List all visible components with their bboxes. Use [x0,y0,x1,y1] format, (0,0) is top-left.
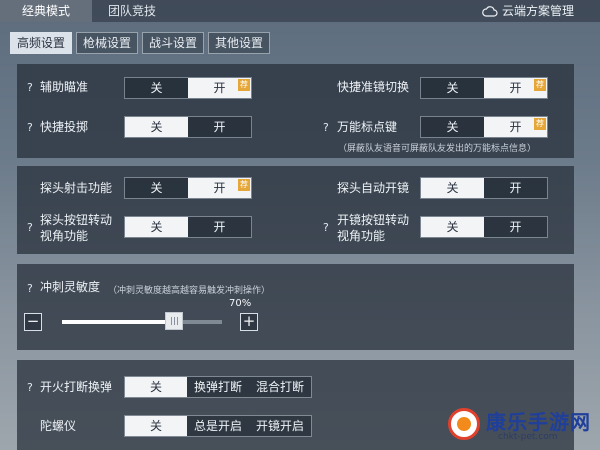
universal-mark-key-label: 万能标点键 [337,120,398,134]
aim-assist-on[interactable]: 开荐 [188,78,251,98]
gyroscope-option[interactable]: 关 [125,416,187,436]
peek-auto-scope-off[interactable]: 关 [421,178,484,198]
peek-fire-label: 探头射击功能 [40,181,113,195]
peek-button-turn-toggle[interactable]: 关 开 [124,216,252,238]
quick-scope-switch-toggle[interactable]: 关 开荐 [420,77,548,99]
help-icon[interactable]: ? [27,381,37,394]
peek-fire-on-label: 开 [213,181,226,195]
fire-interrupt-reload-label: 开火打断换弹 [40,380,113,394]
peek-button-turn-on[interactable]: 开 [188,217,251,237]
peek-auto-scope-label: 探头自动开镜 [337,181,410,195]
fire-interrupt-reload-option[interactable]: 混合打断 [249,377,311,397]
aim-assist-toggle[interactable]: 关 开荐 [124,77,252,99]
tab-classic-mode[interactable]: 经典模式 [0,0,92,22]
peek-button-turn-label-1: 探头按钮转动 [40,213,113,227]
sprint-sensitivity-note: （冲刺灵敏度越高越容易触发冲刺操作） [108,286,271,296]
help-icon[interactable]: ? [323,221,333,234]
cloud-icon [482,6,498,17]
recommend-badge: 荐 [238,179,250,191]
help-icon[interactable]: ? [27,81,37,94]
subtab-high-frequency[interactable]: 高频设置 [10,32,72,54]
quick-scope-switch-off[interactable]: 关 [421,78,484,98]
aim-assist-off[interactable]: 关 [125,78,188,98]
tab-team-deathmatch[interactable]: 团队竞技 [92,0,172,22]
scope-button-turn-toggle[interactable]: 关 开 [420,216,548,238]
sprint-sensitivity-label: 冲刺灵敏度 [40,280,101,294]
gyroscope-option[interactable]: 总是开启 [187,416,249,436]
fire-interrupt-reload-selector[interactable]: 关 换弹打断 混合打断 [124,376,312,398]
subtab-weapon[interactable]: 枪械设置 [76,32,138,54]
help-icon[interactable]: ? [27,121,37,134]
help-icon[interactable]: ? [323,121,333,134]
universal-mark-key-on-label: 开 [509,120,522,134]
universal-mark-key-toggle[interactable]: 关 开荐 [420,116,548,138]
scope-button-turn-label-2: 视角功能 [337,229,386,243]
peek-button-turn-off[interactable]: 关 [125,217,188,237]
gyroscope-option[interactable]: 开镜开启 [249,416,311,436]
help-icon[interactable]: ? [27,221,37,234]
peek-fire-off[interactable]: 关 [125,178,188,198]
peek-button-turn-label-2: 视角功能 [40,229,89,243]
sprint-sensitivity-slider-handle[interactable] [165,312,183,330]
quick-throw-label: 快捷投掷 [40,120,89,134]
fire-interrupt-reload-option[interactable]: 关 [125,377,187,397]
watermark-url: chkt-pet.com [498,432,558,442]
recommend-badge: 荐 [534,79,546,91]
watermark-logo-icon [448,408,480,440]
universal-mark-key-note: （屏蔽队友语音可屏蔽队友发出的万能标点信息） [338,144,537,154]
scope-button-turn-label-1: 开镜按钮转动 [337,213,410,227]
peek-auto-scope-on[interactable]: 开 [484,178,547,198]
gyroscope-label: 陀螺仪 [40,419,77,433]
cloud-plan-manage-button[interactable]: 云端方案管理 [482,0,574,22]
quick-scope-switch-on-label: 开 [509,81,522,95]
aim-assist-label: 辅助瞄准 [40,80,89,94]
recommend-badge: 荐 [534,118,546,130]
universal-mark-key-on[interactable]: 开荐 [484,117,547,137]
sprint-sensitivity-increase-button[interactable]: + [240,313,258,331]
panel-sprint-sensitivity [17,264,574,350]
peek-fire-toggle[interactable]: 关 开荐 [124,177,252,199]
quick-scope-switch-label: 快捷准镜切换 [337,80,410,94]
gyroscope-selector[interactable]: 关 总是开启 开镜开启 [124,415,312,437]
quick-throw-on[interactable]: 开 [188,117,251,137]
universal-mark-key-off[interactable]: 关 [421,117,484,137]
scope-button-turn-on[interactable]: 开 [484,217,547,237]
peek-auto-scope-toggle[interactable]: 关 开 [420,177,548,199]
sprint-sensitivity-slider-track[interactable] [62,320,222,324]
sprint-sensitivity-slider-fill [62,320,174,324]
scope-button-turn-off[interactable]: 关 [421,217,484,237]
help-icon[interactable]: ? [27,282,37,295]
quick-scope-switch-on[interactable]: 开荐 [484,78,547,98]
quick-throw-toggle[interactable]: 关 开 [124,116,252,138]
sprint-sensitivity-value: 70% [229,298,252,309]
subtab-combat[interactable]: 战斗设置 [142,32,204,54]
fire-interrupt-reload-option[interactable]: 换弹打断 [187,377,249,397]
watermark-title: 康乐手游网 [486,410,591,434]
sprint-sensitivity-decrease-button[interactable]: − [24,313,42,331]
quick-throw-off[interactable]: 关 [125,117,188,137]
aim-assist-on-label: 开 [213,81,226,95]
subtab-other[interactable]: 其他设置 [208,32,270,54]
cloud-plan-manage-label: 云端方案管理 [501,4,574,18]
peek-fire-on[interactable]: 开荐 [188,178,251,198]
recommend-badge: 荐 [238,79,250,91]
